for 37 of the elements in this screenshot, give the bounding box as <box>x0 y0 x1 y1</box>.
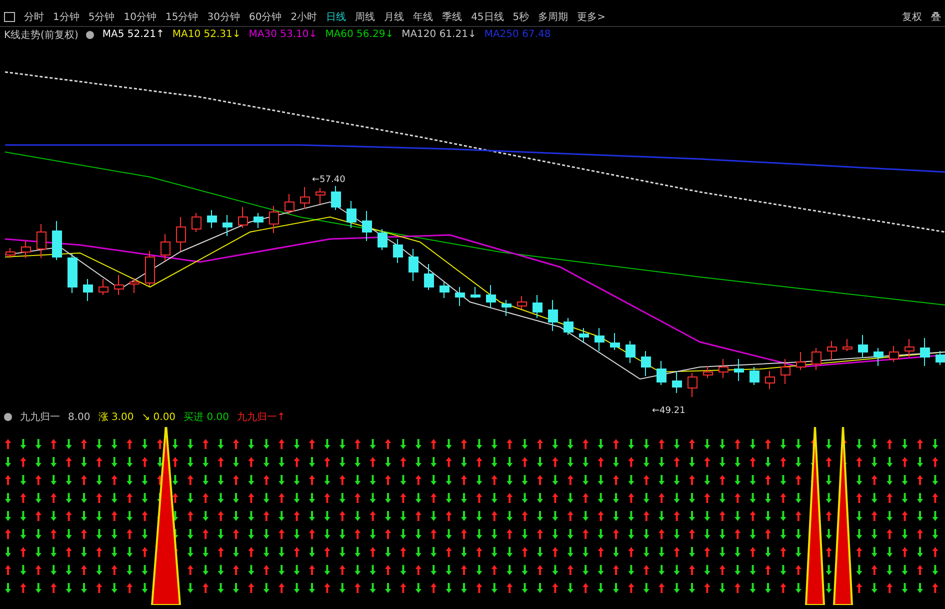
period-tab[interactable]: 1分钟 <box>53 10 80 24</box>
period-tab[interactable]: 5秒 <box>512 10 530 24</box>
panel-icon[interactable] <box>4 12 15 22</box>
settings-icon[interactable] <box>4 413 12 421</box>
period-tab[interactable]: 周线 <box>355 10 376 24</box>
low-price-label: ←49.21 <box>652 406 686 416</box>
period-tab[interactable]: 多周期 <box>538 10 568 24</box>
indicator-title: 九九归一 <box>20 410 60 424</box>
period-tab[interactable]: 2小时 <box>290 10 318 24</box>
ma-legend-item: MA10 52.31↓ <box>172 29 241 40</box>
period-tab[interactable]: 45日线 <box>471 10 504 24</box>
period-tab[interactable]: 5分钟 <box>88 10 115 24</box>
period-tab[interactable]: 更多> <box>577 10 606 24</box>
high-price-label: ←57.40 <box>312 175 346 185</box>
chart-title: K线走势(前复权) <box>4 28 78 42</box>
ma-legend-item: MA5 52.21↑ <box>102 29 164 40</box>
period-tab[interactable]: 月线 <box>384 10 404 24</box>
toolbar-button[interactable]: 叠 <box>931 10 941 24</box>
period-tab[interactable]: 季线 <box>442 10 462 24</box>
period-tab[interactable]: 分时 <box>24 10 44 24</box>
indicator-legend-item: ↘ 0.00 <box>142 412 176 422</box>
period-tab[interactable]: 30分钟 <box>207 10 240 24</box>
indicator-legend-item: 九九归一↑ <box>237 410 286 424</box>
toolbar-button[interactable]: 复权 <box>902 10 922 24</box>
ma-legend-item: MA60 56.29↓ <box>325 29 394 40</box>
period-tab[interactable]: 日线 <box>326 10 346 24</box>
period-tab[interactable]: 60分钟 <box>248 10 282 24</box>
settings-icon[interactable] <box>86 30 94 38</box>
ma-legend-item: MA250 67.48 <box>484 29 551 40</box>
indicator-legend-item: 涨 3.00 <box>98 410 134 424</box>
period-tab[interactable]: 年线 <box>413 10 434 24</box>
period-tab[interactable]: 15分钟 <box>165 10 198 24</box>
ma-legend-item: MA120 61.21↓ <box>402 29 476 40</box>
indicator-legend-item: 买进 0.00 <box>184 410 229 424</box>
period-tab[interactable]: 10分钟 <box>124 10 156 24</box>
indicator-legend-item: 8.00 <box>68 412 90 422</box>
ma-legend-item: MA30 53.10↓ <box>248 29 318 40</box>
